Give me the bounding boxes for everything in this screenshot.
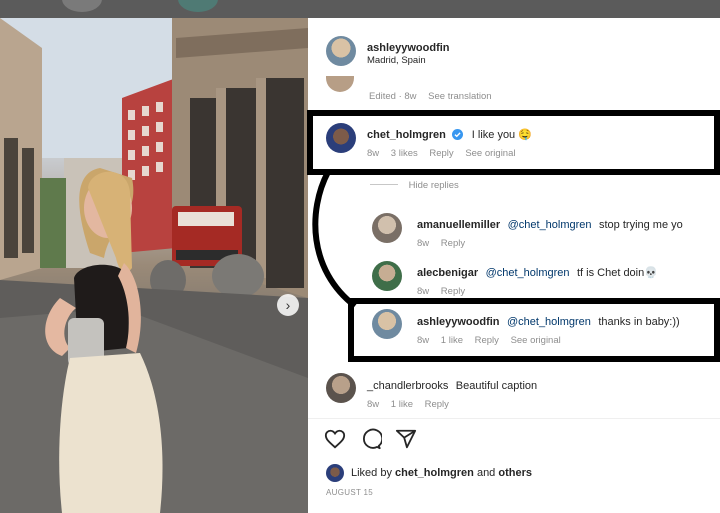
highlight-box-comment [307, 110, 720, 175]
caption-avatar [326, 76, 354, 92]
highlight-box-reply [348, 298, 720, 362]
hide-replies-label[interactable]: Hide replies [409, 180, 459, 191]
reply-text-alecbenigar: tf is Chet doin💀 [576, 267, 658, 279]
comment-reply-chandlerbrooks[interactable]: Reply [425, 399, 449, 410]
comment-avatar-chandlerbrooks[interactable] [326, 373, 356, 403]
top-avatar-left [62, 0, 102, 12]
caption-see-translation[interactable]: See translation [428, 91, 491, 102]
reply-age-alecbenigar: 8w [417, 286, 430, 297]
street-scene-illustration [0, 18, 308, 513]
comment-age-chandlerbrooks: 8w [367, 399, 380, 410]
comment-text-chandlerbrooks: Beautiful caption [455, 380, 538, 392]
share-icon[interactable] [395, 428, 417, 455]
hide-replies-line [370, 184, 398, 185]
comment-username-chandlerbrooks[interactable]: _chandlerbrooks [367, 380, 448, 392]
top-avatar-right [178, 0, 218, 12]
action-bar [324, 428, 444, 452]
heart-icon[interactable] [324, 428, 346, 455]
liked-by-user[interactable]: chet_holmgren [395, 467, 474, 479]
reply-username-alecbenigar[interactable]: alecbenigar [417, 267, 478, 279]
reply-age-amanuellemiller: 8w [417, 238, 430, 249]
author-avatar[interactable] [326, 36, 356, 66]
author-username[interactable]: ashleyywoodfin [367, 42, 450, 54]
highlight-connector-curve [312, 170, 357, 309]
reply-avatar-amanuellemiller[interactable] [372, 213, 402, 243]
reply-username-amanuellemiller[interactable]: amanuellemiller [417, 219, 500, 231]
reply-reply-alecbenigar[interactable]: Reply [441, 286, 465, 297]
reply-mention-amanuellemiller[interactable]: @chet_holmgren [508, 219, 592, 231]
next-arrow-icon[interactable]: › [277, 294, 299, 316]
liked-by-avatar[interactable] [326, 464, 344, 482]
reply-avatar-alecbenigar[interactable] [372, 261, 402, 291]
post-location[interactable]: Madrid, Spain [367, 55, 426, 66]
comment-icon[interactable] [360, 428, 384, 455]
reply-mention-alecbenigar[interactable]: @chet_holmgren [486, 267, 570, 279]
screenshot-stage: › ashleyywoodfin Madrid, Spain Edited · … [0, 0, 720, 513]
reply-text-amanuellemiller: stop trying me yo [599, 219, 683, 231]
caption-edited: Edited · 8w [369, 91, 417, 102]
liked-by-and: and [473, 467, 499, 479]
actions-divider [308, 418, 720, 419]
liked-by-prefix: Liked by [351, 467, 396, 479]
post-date[interactable]: AUGUST 15 [326, 488, 373, 497]
top-strip [0, 0, 720, 18]
comment-likes-chandlerbrooks[interactable]: 1 like [391, 399, 413, 410]
post-photo: › [0, 18, 308, 513]
reply-reply-amanuellemiller[interactable]: Reply [441, 238, 465, 249]
liked-by-others[interactable]: others [498, 467, 532, 479]
hide-replies[interactable]: Hide replies [370, 180, 459, 191]
